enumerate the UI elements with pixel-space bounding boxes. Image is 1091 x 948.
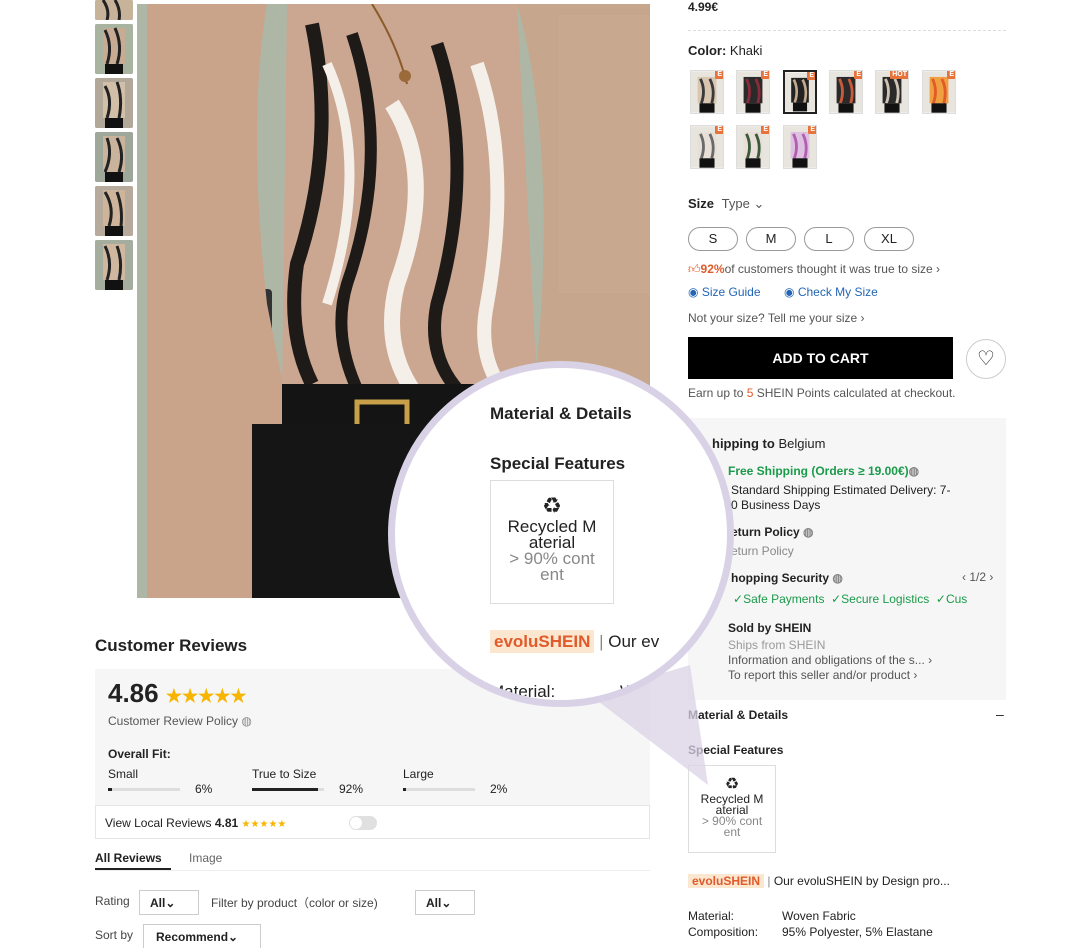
- size-option-xl[interactable]: XL: [864, 227, 914, 251]
- color-swatch-5[interactable]: HOT: [875, 70, 909, 114]
- evolushein-banner[interactable]: evoluSHEIN | Our evoluSHEIN by Design pr…: [688, 874, 1006, 888]
- price: 4.99€: [688, 0, 719, 14]
- local-reviews-toggle[interactable]: [349, 816, 377, 830]
- color-swatch-4[interactable]: E: [829, 70, 863, 114]
- swatch-badge: E: [761, 126, 769, 134]
- fit-bar: [108, 788, 180, 791]
- fit-bar-fill: [252, 788, 318, 791]
- color-label: Color: Khaki: [688, 43, 763, 58]
- thumbnail-5[interactable]: [95, 186, 133, 236]
- size-option-l[interactable]: L: [804, 227, 854, 251]
- swatch-badge: E: [715, 71, 723, 79]
- page: 4.99€ Color: Khaki E E E E HOT E E E E Size Type…: [0, 0, 1091, 948]
- tabs-divider: [95, 870, 650, 871]
- wishlist-heart-icon[interactable]: ♡: [966, 339, 1006, 379]
- size-label: Size Type ⌄: [688, 196, 765, 211]
- fit-label: True to Size: [252, 767, 317, 781]
- color-swatch-1[interactable]: E: [690, 70, 724, 114]
- zoom-material: Material: W: [490, 682, 637, 701]
- swatch-badge: E: [808, 126, 816, 134]
- ruler-icon: ◉: [688, 285, 699, 299]
- collapse-icon[interactable]: –: [996, 706, 1004, 722]
- thumbnail-3[interactable]: [95, 78, 133, 128]
- color-swatch-3[interactable]: E: [783, 70, 817, 114]
- check-my-size-link[interactable]: ◉ Check My Size: [784, 285, 878, 299]
- tab-image[interactable]: Image: [189, 851, 222, 865]
- product-filter-dropdown[interactable]: All⌄: [415, 890, 475, 915]
- sort-dropdown[interactable]: Recommend⌄: [143, 924, 261, 948]
- zoom-feature-card: ♻ Recycled Material > 90% cont ent: [490, 480, 614, 604]
- local-reviews-label: View Local Reviews 4.81 ★★★★★: [105, 816, 287, 830]
- divider: [688, 30, 1006, 31]
- thumbs-up-icon: 👍︎: [688, 262, 701, 276]
- security-pager[interactable]: ‹ 1/2 ›: [962, 570, 993, 584]
- fit-summary[interactable]: 👍︎92%of customers thought it was true to…: [688, 262, 940, 277]
- color-swatch-6[interactable]: E: [922, 70, 956, 114]
- size-option-m[interactable]: M: [746, 227, 796, 251]
- review-score: 4.86 ★★★★★: [108, 678, 247, 708]
- fit-label: Small: [108, 767, 139, 781]
- product-filter-label: Filter by product（color or size): [211, 896, 378, 910]
- fit-percent: 6%: [195, 782, 213, 796]
- magnifier-callout: Material & Details Special Features ♻ Re…: [388, 361, 734, 707]
- rating-filter-dropdown[interactable]: All⌄: [139, 890, 199, 915]
- color-swatch-2[interactable]: E: [736, 70, 770, 114]
- zoom-special-title: Special Features: [490, 454, 626, 473]
- color-swatch-7[interactable]: E: [690, 125, 724, 169]
- measure-icon: ◉: [784, 285, 795, 299]
- rating-filter-label: Rating: [95, 894, 130, 908]
- sort-label: Sort by: [95, 928, 134, 942]
- swatch-badge: E: [715, 126, 723, 134]
- swatch-badge: E: [947, 71, 955, 79]
- swatch-badge: E: [854, 71, 862, 79]
- swatch-badge: E: [807, 72, 815, 80]
- thumbnail-6[interactable]: [95, 240, 133, 290]
- rating-stars-icon: ★★★★★: [165, 686, 247, 706]
- size-guide-link[interactable]: ◉ Size Guide: [688, 285, 761, 299]
- overall-fit-title: Overall Fit:: [108, 747, 171, 761]
- review-policy-link[interactable]: Customer Review Policy ◍: [108, 714, 252, 728]
- size-type-dropdown[interactable]: Type ⌄: [722, 196, 765, 211]
- size-option-s[interactable]: S: [688, 227, 738, 251]
- fit-bar-fill: [108, 788, 112, 791]
- thumbnail-4[interactable]: [95, 132, 133, 182]
- fit-bar: [252, 788, 324, 791]
- swatch-badge: E: [761, 71, 769, 79]
- swatch-badge: HOT: [890, 71, 908, 79]
- material-spec: Material: Woven Fabric Composition: 95% Po…: [688, 909, 933, 939]
- color-swatch-9[interactable]: E: [783, 125, 817, 169]
- tab-all-reviews[interactable]: All Reviews: [95, 851, 162, 865]
- zoom-details-title: Material & Details: [490, 404, 632, 423]
- color-swatch-8[interactable]: E: [736, 125, 770, 169]
- fit-percent: 92%: [339, 782, 364, 796]
- reviews-title: Customer Reviews: [95, 636, 248, 655]
- thumbnail-2[interactable]: [95, 24, 133, 74]
- zoom-evolu-banner: evoluSHEIN | Our ev: [490, 630, 659, 653]
- not-your-size-link[interactable]: Not your size? Tell me your size ›: [688, 311, 865, 325]
- thumbnail-1[interactable]: [95, 0, 133, 20]
- zoom-recycle-icon: ♻: [542, 493, 562, 518]
